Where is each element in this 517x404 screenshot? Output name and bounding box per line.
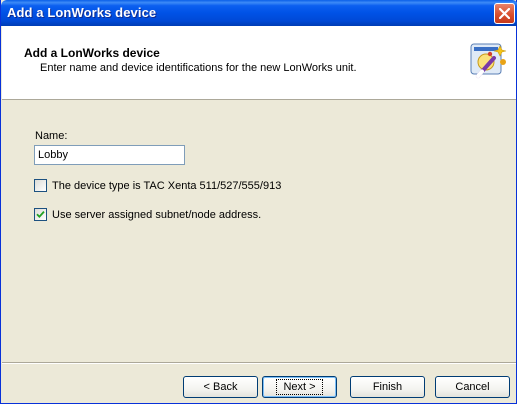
header-subtitle: Enter name and device identifications fo… [40,62,357,74]
server-address-label: Use server assigned subnet/node address. [52,208,262,221]
window-title: Add a LonWorks device [7,5,157,20]
finish-button[interactable]: Finish [350,376,425,398]
wizard-dialog: Add a LonWorks device Add a LonWorks dev… [0,0,517,404]
close-icon [499,8,510,19]
next-button[interactable]: Next > [262,376,337,398]
wizard-wand-icon [470,43,507,78]
title-bar[interactable]: Add a LonWorks device [1,0,517,26]
back-button[interactable]: < Back [183,376,258,398]
name-input[interactable] [34,145,185,165]
xenta-device-type-checkbox[interactable] [34,179,47,192]
server-address-option[interactable]: Use server assigned subnet/node address. [34,207,261,222]
checkmark-icon [36,210,45,219]
close-button[interactable] [494,3,515,24]
server-address-checkbox[interactable] [34,208,47,221]
wizard-content [2,100,516,352]
xenta-device-type-option[interactable]: The device type is TAC Xenta 511/527/555… [34,178,281,193]
wizard-header: Add a LonWorks device Enter name and dev… [2,26,516,100]
header-title: Add a LonWorks device [24,46,160,60]
footer-divider [2,362,516,364]
name-label: Name: [35,130,68,142]
next-button-label: Next > [276,379,323,395]
cancel-button[interactable]: Cancel [435,376,510,398]
xenta-device-type-label: The device type is TAC Xenta 511/527/555… [52,179,282,192]
